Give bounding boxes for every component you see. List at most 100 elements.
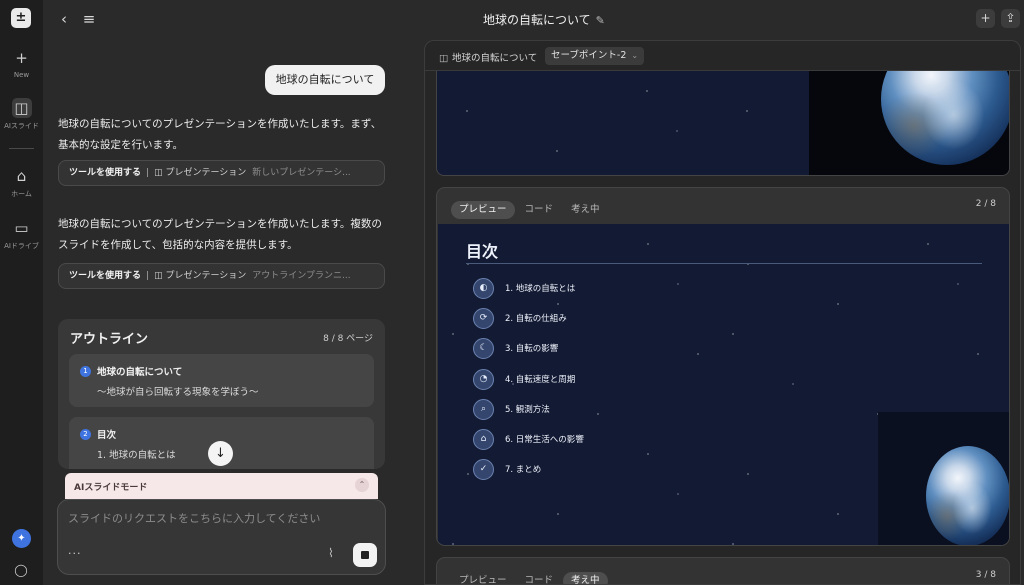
tool-label: ツールを使用する <box>69 168 142 178</box>
gift-icon[interactable]: ✦ <box>12 529 31 548</box>
more-options-button[interactable]: ··· <box>68 547 82 560</box>
home-label: ホーム <box>11 190 32 198</box>
home-icon: ⌂ <box>473 428 494 450</box>
tool-label: ツールを使用する <box>69 271 142 281</box>
ai-slides-mode-bar[interactable]: AIスライドモード ⌃ <box>65 473 378 499</box>
ai-slides-nav[interactable]: ◫ AIスライド <box>0 98 43 131</box>
slide-1-preview[interactable] <box>436 71 1010 176</box>
tab-preview[interactable]: プレビュー <box>451 572 515 584</box>
toc-item-text: 5. 観測方法 <box>505 404 550 415</box>
tab-preview[interactable]: プレビュー <box>451 201 515 219</box>
slide-2-card: プレビュー コード 考え中 2 / 8 目次 ◐ 1. 地球の自転とは ⟳ 2. 自… <box>436 187 1010 546</box>
chevron-down-icon: ⌄ <box>631 51 639 60</box>
scroll-down-button[interactable]: ↓ <box>208 441 233 466</box>
toc-item-text: 3. 自転の影響 <box>505 344 559 355</box>
ai-message: 地球の自転についてのプレゼンテーションを作成いたします。まず、基本的な設定を行い… <box>58 118 382 151</box>
toc-item-text: 1. 地球の自転とは <box>505 284 576 294</box>
share-icon[interactable]: ⇪ <box>1001 9 1020 28</box>
chat-panel: 地球の自転について 地球の自転についてのプレゼンテーションを作成いたします。まず… <box>43 38 415 585</box>
chevron-left-icon[interactable]: ‹ <box>53 8 75 30</box>
new-button[interactable]: + New <box>0 48 43 79</box>
gauge-icon: ◔ <box>473 368 494 390</box>
home-icon: ⌂ <box>16 167 27 185</box>
toc-item-text: 7. まとめ <box>505 465 542 476</box>
tool-call-pill[interactable]: ツールを使用する | ◫ プレゼンテーション 新しいプレゼンテーシ... <box>58 160 385 186</box>
outline-item-sub: ～地球が自ら回転する現象を学ぼう～ <box>97 387 259 398</box>
stop-icon <box>361 551 369 559</box>
toc-item-text: 4. 自転速度と周期 <box>505 374 576 385</box>
document-title: 地球の自転について ✎ <box>483 11 605 28</box>
user-message: 地球の自転について <box>265 65 385 95</box>
app-root: ± + New ◫ AIスライド ⌂ ホーム ▭ AIドライブ ✦ ◯ ‹ ≡ … <box>0 0 1024 585</box>
tab-thinking[interactable]: 考え中 <box>563 572 608 584</box>
page-indicator: 2 / 8 <box>975 199 996 209</box>
outline-item-heading: 地球の自転について <box>97 367 183 378</box>
globe-icon: ◐ <box>473 278 494 299</box>
presentation-icon: ◫ <box>154 271 166 281</box>
pencil-icon[interactable]: ✎ <box>596 14 605 27</box>
mode-label: AIスライドモード <box>74 483 148 493</box>
tool-name: プレゼンテーション <box>165 168 247 178</box>
paperclip-icon[interactable]: ⌇ <box>328 546 334 560</box>
savepoint-select[interactable]: セーブポイント-2 ⌄ <box>545 47 645 65</box>
outline-page-count: 8 / 8 ページ <box>323 334 373 344</box>
slide-3-card: プレビュー コード 考え中 3 / 8 <box>436 557 1010 584</box>
slide-tabs: プレビュー コード 考え中 <box>451 568 610 584</box>
ai-message: 地球の自転についてのプレゼンテーションを作成いたします。複数のスライドを作成して… <box>58 218 382 251</box>
rail-divider <box>9 148 34 149</box>
page-indicator: 3 / 8 <box>975 570 996 580</box>
savepoint-label: セーブポイント-2 <box>551 50 627 61</box>
slides-icon: ◫ <box>11 98 32 118</box>
tool-detail: アウトラインプランニ... <box>252 271 351 281</box>
prompt-box: ··· ⌇ <box>57 499 386 575</box>
tool-call-pill[interactable]: ツールを使用する | ◫ プレゼンテーション アウトラインプランニ... <box>58 263 385 289</box>
outline-item-number: 1 <box>80 366 91 377</box>
title-rule <box>466 263 982 264</box>
ai-drive-label: AIドライブ <box>4 242 39 250</box>
folder-icon: ▭ <box>14 219 29 237</box>
outline-item-sub: 1. 地球の自転とは <box>97 450 176 461</box>
earth-image <box>926 446 1009 545</box>
chevron-up-icon[interactable]: ⌃ <box>355 478 369 492</box>
document-title-text: 地球の自転について <box>483 13 591 27</box>
tab-thinking[interactable]: 考え中 <box>563 201 608 219</box>
user-icon[interactable]: ◯ <box>13 562 29 578</box>
top-bar: ‹ ≡ 地球の自転について ✎ + ⇪ <box>43 0 1024 38</box>
home-nav[interactable]: ⌂ ホーム <box>0 166 43 199</box>
slide-title: 目次 <box>466 242 499 261</box>
outline-item-heading: 目次 <box>97 430 117 441</box>
outline-item[interactable]: 1 地球の自転について ～地球が自ら回転する現象を学ぼう～ <box>69 354 374 407</box>
file-name-text: 地球の自転について <box>451 53 538 64</box>
ai-slides-label: AIスライド <box>4 122 39 130</box>
stop-button[interactable] <box>353 543 377 567</box>
separator: | <box>146 271 150 281</box>
check-icon: ✓ <box>473 459 494 481</box>
search-icon: ⌕ <box>473 398 494 420</box>
new-label: New <box>13 71 30 79</box>
plus-icon: + <box>15 49 28 67</box>
earth-image <box>881 71 1009 165</box>
preview-header: ◫ 地球の自転について セーブポイント-2 ⌄ <box>425 41 1020 71</box>
earth-image-panel <box>809 71 1009 175</box>
app-logo-icon[interactable]: ± <box>11 8 31 28</box>
outline-item-number: 2 <box>80 429 91 440</box>
presentation-icon: ◫ <box>154 168 166 178</box>
tool-name: プレゼンテーション <box>165 271 247 281</box>
ai-drive-nav[interactable]: ▭ AIドライブ <box>0 218 43 251</box>
rotate-icon: ⟳ <box>473 308 494 330</box>
preview-panel: ◫ 地球の自転について セーブポイント-2 ⌄ プレビュー コード 考え中 2 / 8 … <box>424 40 1021 585</box>
outline-title: アウトライン <box>70 332 149 347</box>
toc-item-text: 2. 自転の仕組み <box>505 314 567 325</box>
earth-image-panel <box>878 412 1009 545</box>
moon-icon: ☾ <box>473 338 494 360</box>
tab-code[interactable]: コード <box>517 572 562 584</box>
tab-code[interactable]: コード <box>517 201 562 219</box>
slide-2-preview[interactable]: 目次 ◐ 1. 地球の自転とは ⟳ 2. 自転の仕組み ☾ 3. 自転の影響 ◔… <box>438 224 1009 545</box>
toc-item-text: 6. 日常生活への影響 <box>505 434 584 445</box>
left-rail: ± + New ◫ AIスライド ⌂ ホーム ▭ AIドライブ ✦ ◯ <box>0 0 43 585</box>
plus-icon[interactable]: + <box>976 9 995 28</box>
prompt-input[interactable] <box>68 510 373 526</box>
file-name: ◫ 地球の自転について <box>439 50 537 64</box>
menu-icon[interactable]: ≡ <box>78 8 100 30</box>
slide-tabs: プレビュー コード 考え中 <box>451 197 610 219</box>
